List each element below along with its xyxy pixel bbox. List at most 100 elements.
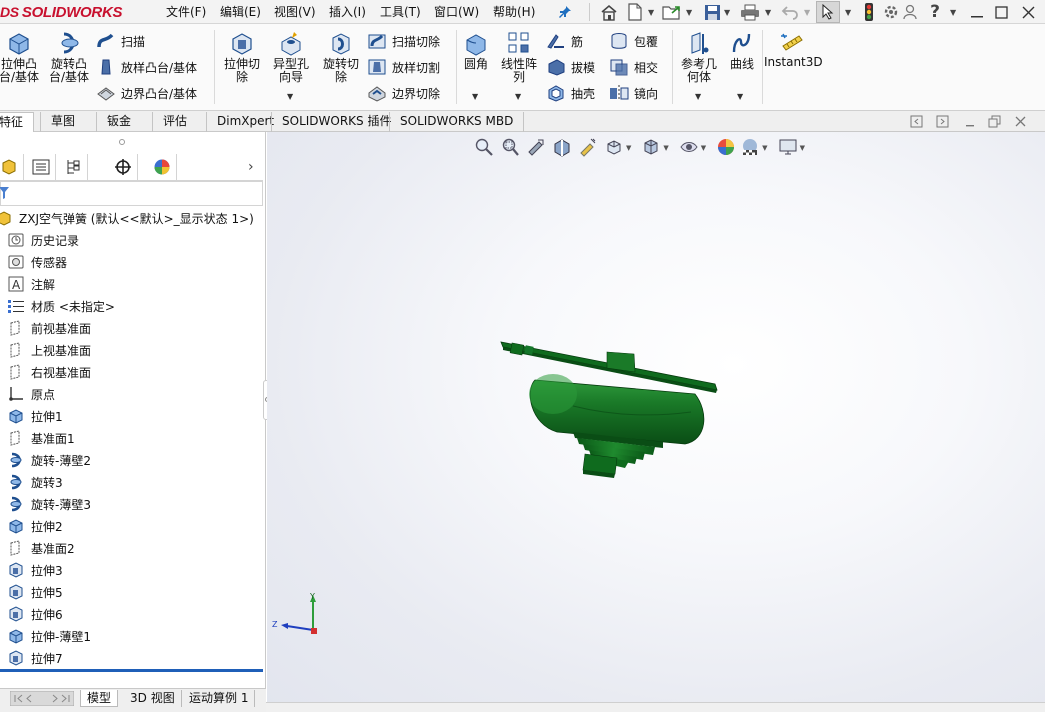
intersect-button[interactable]: 相交: [609, 56, 658, 78]
chevron-down-icon[interactable]: ▼: [737, 92, 743, 101]
configuration-manager-icon[interactable]: [58, 154, 88, 180]
tree-item[interactable]: 拉伸7: [6, 648, 63, 668]
zoom-to-fit-icon[interactable]: [474, 137, 494, 160]
tree-item[interactable]: 前视基准面: [6, 318, 91, 338]
help-icon[interactable]: ?: [925, 1, 945, 23]
tab-sketch[interactable]: 草图: [40, 112, 85, 132]
curves-button[interactable]: 曲线: [724, 30, 760, 71]
menu-help[interactable]: 帮助(H): [493, 2, 535, 22]
menu-tools[interactable]: 工具(T): [380, 2, 421, 22]
tree-item[interactable]: 材质 <未指定>: [6, 296, 115, 316]
chevron-down-icon[interactable]: ▼: [515, 92, 521, 101]
tree-item[interactable]: 旋转-薄壁3: [6, 494, 91, 514]
doc-minimize-icon[interactable]: [964, 116, 976, 131]
tree-item[interactable]: 拉伸3: [6, 560, 63, 580]
tree-item[interactable]: 拉伸6: [6, 604, 63, 624]
chevron-down-icon[interactable]: ▼: [472, 92, 478, 101]
property-manager-icon[interactable]: [26, 154, 56, 180]
instant3d-button[interactable]: Instant3D: [764, 30, 823, 69]
tab-scroll-arrows[interactable]: [10, 691, 74, 706]
tree-item[interactable]: 基准面2: [6, 538, 75, 558]
tree-root-part[interactable]: ZXJ空气弹簧 (默认<<默认>_显示状态 1>): [0, 208, 254, 228]
select-cursor-icon[interactable]: [816, 1, 840, 23]
chevron-down-icon[interactable]: ▼: [804, 8, 810, 17]
menu-edit[interactable]: 编辑(E): [220, 2, 261, 22]
chevron-down-icon[interactable]: ▼: [695, 92, 701, 101]
tree-item[interactable]: 旋转3: [6, 472, 63, 492]
apply-scene-icon[interactable]: [740, 137, 760, 160]
chevron-down-icon[interactable]: ▼: [724, 8, 730, 17]
maximize-icon[interactable]: [990, 1, 1012, 23]
display-manager-icon[interactable]: [147, 154, 177, 180]
fillet-button[interactable]: 圆角: [458, 30, 494, 71]
chevron-down-icon[interactable]: ▼: [762, 144, 767, 152]
draft-button[interactable]: 拔模: [546, 56, 595, 78]
revolved-cut-button[interactable]: 旋转切 除: [317, 30, 365, 84]
chevron-down-icon[interactable]: ▼: [686, 8, 692, 17]
minimize-icon[interactable]: [966, 1, 988, 23]
tree-item[interactable]: 上视基准面: [6, 340, 91, 360]
extruded-cut-button[interactable]: 拉伸切 除: [218, 30, 266, 84]
tab-features[interactable]: 特征: [0, 112, 35, 132]
rib-button[interactable]: 筋: [546, 30, 583, 52]
chevron-down-icon[interactable]: ▼: [845, 8, 851, 17]
tree-item[interactable]: 原点: [6, 384, 55, 404]
doc-panel-right-icon[interactable]: [936, 115, 949, 131]
pin-icon[interactable]: [556, 1, 574, 23]
dynamic-annotation-icon[interactable]: [578, 137, 598, 160]
boundary-cut-button[interactable]: 边界切除: [367, 82, 440, 104]
tab-model[interactable]: 模型: [80, 690, 119, 707]
chevron-down-icon[interactable]: ▼: [950, 8, 956, 17]
display-style-icon[interactable]: [641, 137, 661, 160]
chevron-down-icon[interactable]: ▼: [287, 92, 293, 101]
mirror-button[interactable]: 镜向: [609, 82, 658, 104]
tree-item[interactable]: 拉伸1: [6, 406, 63, 426]
chevron-down-icon[interactable]: ▼: [800, 144, 805, 152]
menu-view[interactable]: 视图(V): [274, 2, 316, 22]
tab-solidworks-mbd[interactable]: SOLIDWORKS MBD: [389, 112, 525, 132]
shell-button[interactable]: 抽壳: [546, 82, 595, 104]
linear-pattern-button[interactable]: 线性阵 列: [496, 30, 542, 84]
tree-item[interactable]: 右视基准面: [6, 362, 91, 382]
zoom-to-area-icon[interactable]: [500, 137, 520, 160]
lofted-cut-button[interactable]: 放样切割: [367, 56, 440, 78]
air-spring-model[interactable]: [495, 332, 725, 482]
panel-grip-icon[interactable]: [119, 139, 125, 145]
section-view-icon[interactable]: [552, 137, 572, 160]
user-icon[interactable]: [900, 1, 920, 23]
previous-view-icon[interactable]: [526, 137, 546, 160]
view-orientation-icon[interactable]: [604, 137, 624, 160]
open-file-icon[interactable]: [660, 1, 684, 23]
chevron-down-icon[interactable]: ▼: [701, 144, 706, 152]
save-icon[interactable]: [701, 1, 723, 23]
undo-icon[interactable]: [779, 1, 801, 23]
swept-cut-button[interactable]: 扫描切除: [367, 30, 440, 52]
doc-close-icon[interactable]: [1014, 115, 1027, 131]
hole-wizard-button[interactable]: 异型孔 向导: [267, 30, 315, 84]
tab-solidworks-addins[interactable]: SOLIDWORKS 插件: [271, 112, 401, 132]
new-file-icon[interactable]: [624, 1, 646, 23]
print-icon[interactable]: [738, 1, 762, 23]
chevron-down-icon[interactable]: ▼: [626, 144, 631, 152]
tree-item[interactable]: 拉伸-薄壁1: [6, 626, 91, 646]
tree-item[interactable]: 旋转-薄壁2: [6, 450, 91, 470]
traffic-light-icon[interactable]: [858, 1, 880, 23]
lofted-boss-button[interactable]: 放样凸台/基体: [96, 56, 197, 78]
tree-item[interactable]: 拉伸5: [6, 582, 63, 602]
tree-item[interactable]: 传感器: [6, 252, 67, 272]
wrap-button[interactable]: 包覆: [609, 30, 658, 52]
solidworks-logo[interactable]: DS SOLIDWORKS: [0, 2, 123, 22]
menu-window[interactable]: 窗口(W): [434, 2, 479, 22]
tab-3d-view[interactable]: 3D 视图: [124, 690, 182, 707]
options-icon[interactable]: [880, 1, 902, 23]
filter-icon[interactable]: [0, 186, 9, 203]
tree-item[interactable]: 基准面1: [6, 428, 75, 448]
menu-file[interactable]: 文件(F): [166, 2, 206, 22]
tree-item[interactable]: 拉伸2: [6, 516, 63, 536]
doc-restore-icon[interactable]: [988, 115, 1001, 131]
chevron-down-icon[interactable]: ▼: [765, 8, 771, 17]
boundary-boss-button[interactable]: 边界凸台/基体: [96, 82, 197, 104]
tree-filter-bar[interactable]: [0, 181, 263, 206]
close-icon[interactable]: [1016, 1, 1040, 23]
graphics-area[interactable]: Y Z: [267, 132, 1045, 712]
